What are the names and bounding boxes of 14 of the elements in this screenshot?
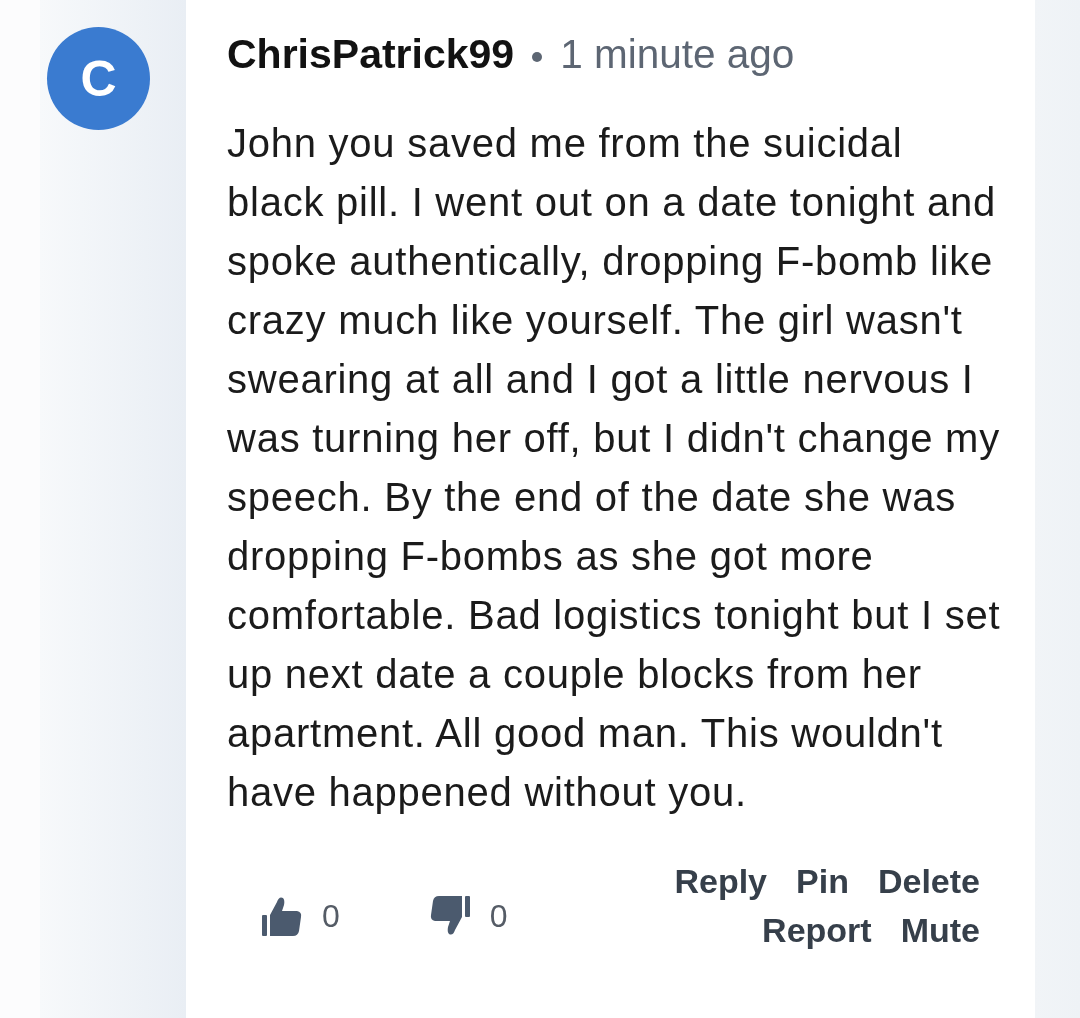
vote-count: 0: [489, 897, 508, 935]
vote-count: 0: [322, 897, 340, 935]
author-name[interactable]: ChrisPatrick99: [227, 30, 515, 78]
thumbs-down-icon[interactable]: [429, 896, 470, 936]
comment-text: John you saved me from the suicidal black pill. I went out on a date tonight and spoke authentically, dropping F-bomb like crazy much like yourself. The girl wasn't swearing at all and I got a little nervous I was turning her off, but I didn't change my speech. By the end of the date she was dropping F-bombs as she got more comfortable. Bad logistics tonight but I set up next date a couple blocks from her apartment. All good man. This wouldn't have happened without you.: [227, 120, 1002, 816]
action-link[interactable]: Mute: [900, 912, 980, 949]
action-link[interactable]: Delete: [877, 863, 980, 900]
action-link[interactable]: Pin: [796, 863, 849, 900]
separator-dot-icon: [532, 52, 543, 62]
timestamp: 1 minute ago: [560, 30, 795, 78]
thumbs-up-icon[interactable]: [262, 896, 302, 936]
avatar: C: [47, 27, 150, 130]
action-link[interactable]: Report: [762, 912, 872, 949]
action-link[interactable]: Reply: [674, 863, 768, 900]
